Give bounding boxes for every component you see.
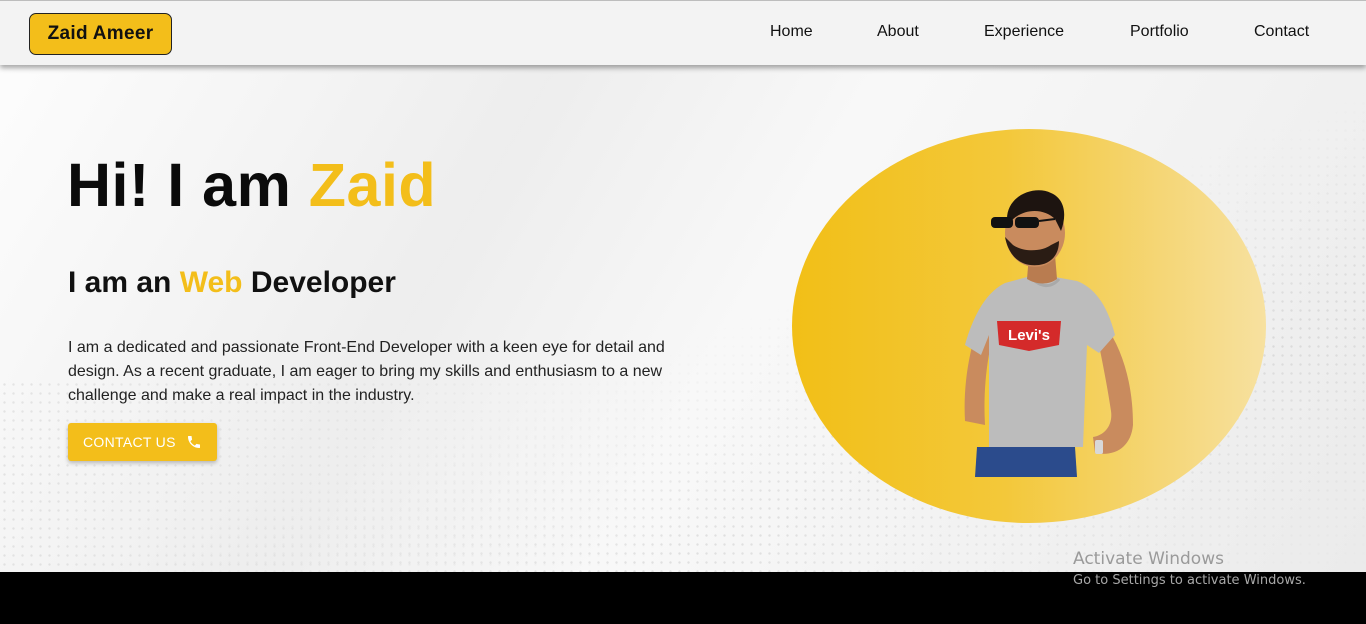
shirt-logo-text: Levi's xyxy=(1008,327,1050,344)
site-header: Zaid Ameer Home About Experience Portfol… xyxy=(0,0,1366,65)
activate-subtitle: Go to Settings to activate Windows. xyxy=(1073,573,1306,588)
hero-description: I am a dedicated and passionate Front-En… xyxy=(68,339,665,404)
phone-icon xyxy=(187,436,200,448)
nav-home[interactable]: Home xyxy=(770,23,813,41)
contact-us-label: CONTACT US xyxy=(83,434,176,450)
subtitle-suffix: Developer xyxy=(242,266,396,299)
hero-title: Hi! I am Zaid xyxy=(67,150,436,220)
dot-pattern-bottom xyxy=(0,380,700,572)
main-nav: Home About Experience Portfolio Contact xyxy=(0,23,1366,45)
contact-us-button[interactable]: CONTACT US xyxy=(68,423,217,461)
activate-title: Activate Windows xyxy=(1073,549,1224,569)
nav-portfolio[interactable]: Portfolio xyxy=(1130,23,1189,41)
hero-title-name: Zaid xyxy=(308,151,437,219)
subtitle-prefix: I am an xyxy=(68,266,180,299)
activate-windows-watermark: Activate Windows Go to Settings to activ… xyxy=(1073,549,1306,588)
nav-contact[interactable]: Contact xyxy=(1254,23,1309,41)
hero-title-prefix: Hi! I am xyxy=(67,151,309,219)
nav-about[interactable]: About xyxy=(877,23,919,41)
hero-subtitle: I am an Web Developer xyxy=(68,266,396,300)
subtitle-accent: Web xyxy=(179,266,243,299)
hero-page: Zaid Ameer Home About Experience Portfol… xyxy=(0,0,1366,572)
profile-photo: Levi's xyxy=(964,190,1133,477)
nav-experience[interactable]: Experience xyxy=(984,23,1064,41)
